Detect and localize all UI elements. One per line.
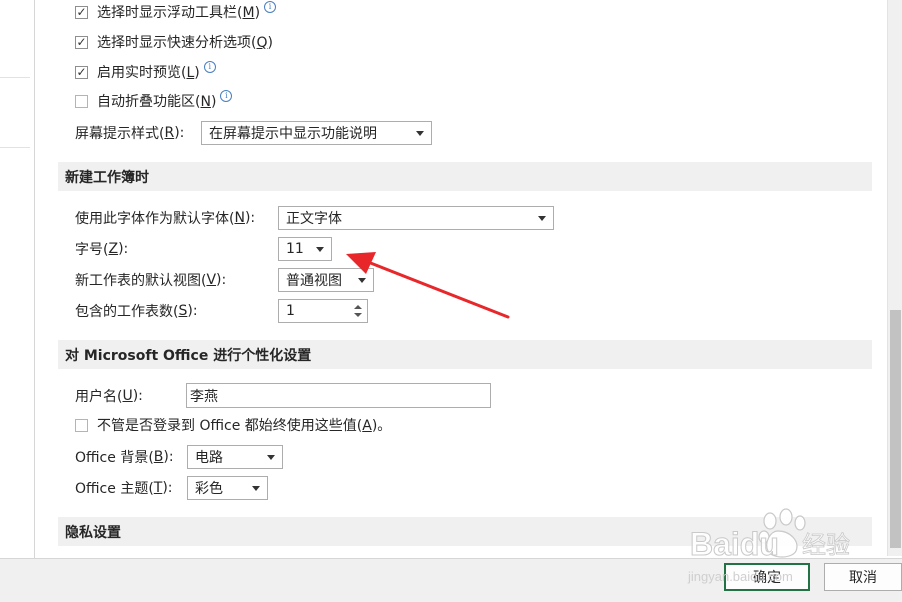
watermark-product: 经验: [802, 531, 850, 559]
watermark-brand: Baidu: [690, 526, 779, 562]
watermark-url: jingyan.baidu.com: [687, 569, 793, 584]
baidu-jingyan-watermark: Baidu 经验 jingyan.baidu.com: [687, 508, 850, 584]
